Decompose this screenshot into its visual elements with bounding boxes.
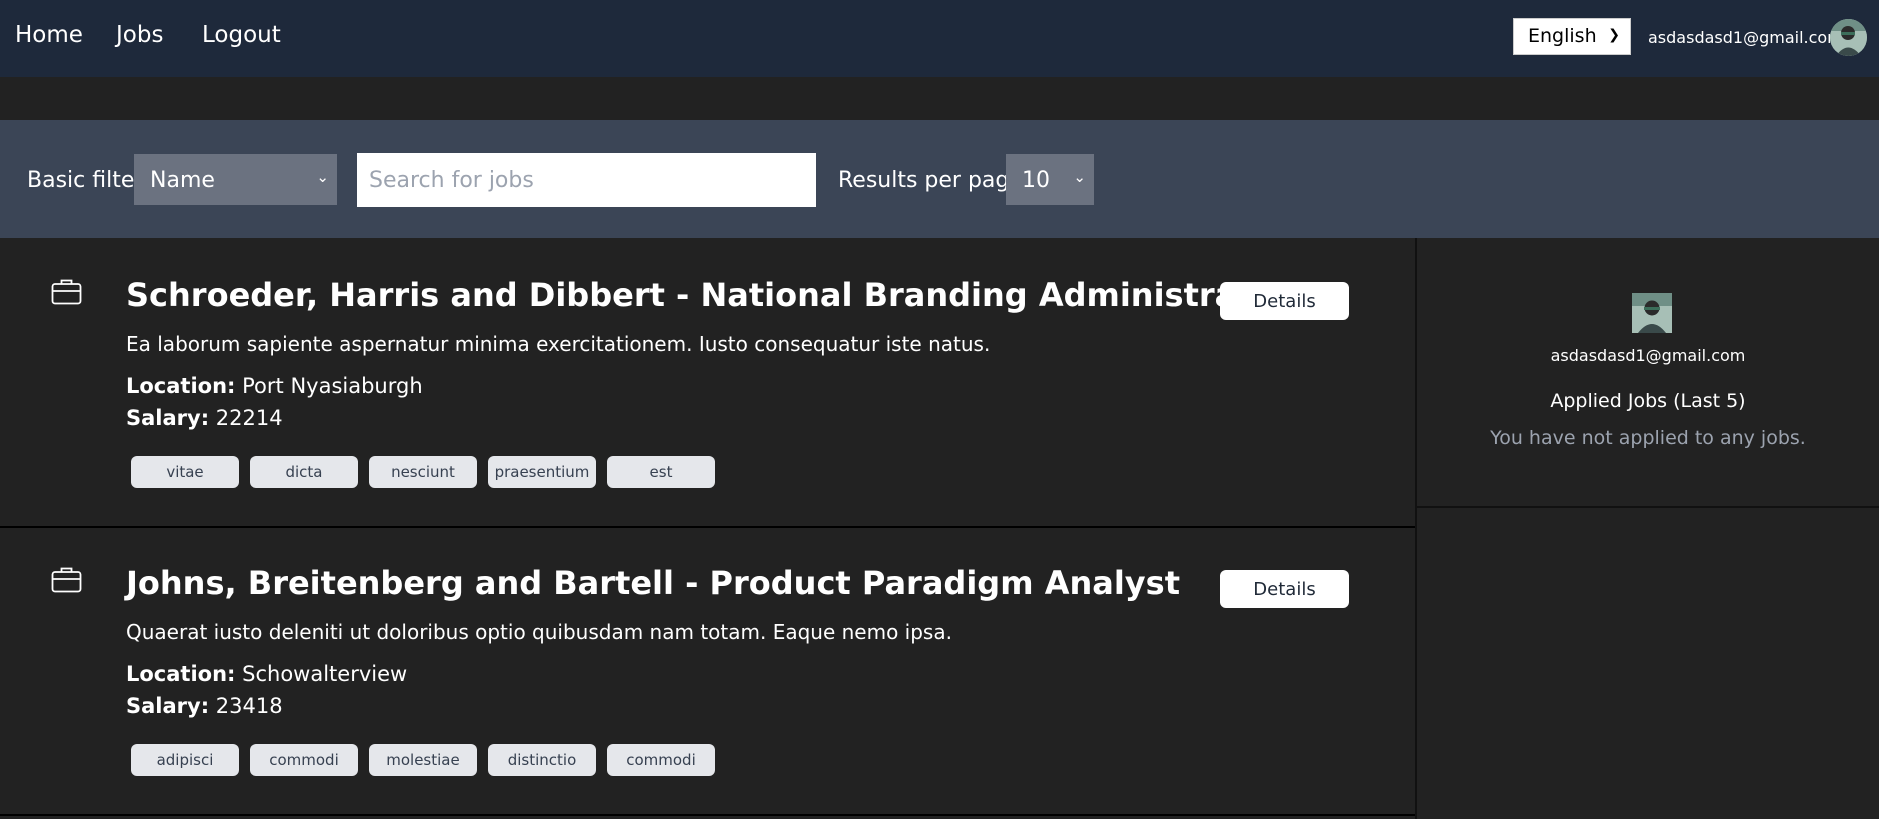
salary-value: 23418 <box>215 694 283 718</box>
job-card: Johns, Breitenberg and Bartell - Product… <box>0 528 1415 816</box>
nav-home-link[interactable]: Home <box>15 22 83 48</box>
salary-value: 22214 <box>215 406 283 430</box>
chevron-down-icon: ❯ <box>1608 27 1620 43</box>
briefcase-icon <box>51 279 82 305</box>
applied-jobs-empty-message: You have not applied to any jobs. <box>1490 427 1806 449</box>
user-email: asdasdasd1@gmail.com <box>1648 28 1843 47</box>
results-per-page-value: 10 <box>1022 168 1050 193</box>
tag-badge: est <box>607 456 715 488</box>
chevron-down-icon: ⌄ <box>1073 168 1086 186</box>
tag-badge: adipisci <box>131 744 239 776</box>
briefcase-icon <box>51 567 82 593</box>
job-card: Schroeder, Harris and Dibbert - National… <box>0 240 1415 528</box>
job-search-input[interactable] <box>357 153 816 207</box>
avatar-image <box>1830 19 1867 56</box>
tag-badge: molestiae <box>369 744 477 776</box>
job-description: Ea laborum sapiente aspernatur minima ex… <box>126 332 991 356</box>
language-select[interactable]: English ❯ <box>1513 18 1631 55</box>
job-location: Location: Port Nyasiaburgh <box>126 374 423 398</box>
basic-filter-select[interactable]: Name ⌄ <box>134 154 337 205</box>
job-title[interactable]: Johns, Breitenberg and Bartell - Product… <box>126 564 1180 602</box>
tag-badge: commodi <box>607 744 715 776</box>
user-avatar[interactable] <box>1830 19 1867 56</box>
results-per-page-label: Results per page <box>838 168 1023 193</box>
basic-filter-label: Basic filter <box>27 168 144 193</box>
tag-badge: commodi <box>250 744 358 776</box>
tag-badge: nesciunt <box>369 456 477 488</box>
salary-label: Salary: <box>126 694 210 718</box>
chevron-down-icon: ⌄ <box>316 168 329 186</box>
details-button[interactable]: Details <box>1220 570 1349 608</box>
top-navbar: Home Jobs Logout English ❯ asdasdasd1@gm… <box>0 0 1879 77</box>
job-tags: adipisci commodi molestiae distinctio co… <box>131 744 715 776</box>
tag-badge: distinctio <box>488 744 596 776</box>
job-salary: Salary: 22214 <box>126 406 283 430</box>
sidebar-email: asdasdasd1@gmail.com <box>1550 346 1746 365</box>
basic-filter-value: Name <box>150 168 215 193</box>
location-value: Port Nyasiaburgh <box>242 374 423 398</box>
job-title[interactable]: Schroeder, Harris and Dibbert - National… <box>126 276 1289 314</box>
location-value: Schowalterview <box>242 662 408 686</box>
applied-jobs-heading: Applied Jobs (Last 5) <box>1550 390 1746 412</box>
user-sidebar: asdasdasd1@gmail.com Applied Jobs (Last … <box>1417 238 1879 508</box>
nav-logout-link[interactable]: Logout <box>202 22 281 48</box>
language-select-value: English <box>1528 25 1597 47</box>
nav-jobs-link[interactable]: Jobs <box>116 22 163 48</box>
tag-badge: vitae <box>131 456 239 488</box>
location-label: Location: <box>126 662 236 686</box>
tag-badge: praesentium <box>488 456 596 488</box>
job-tags: vitae dicta nesciunt praesentium est <box>131 456 715 488</box>
job-salary: Salary: 23418 <box>126 694 283 718</box>
tag-badge: dicta <box>250 456 358 488</box>
details-button[interactable]: Details <box>1220 282 1349 320</box>
sidebar-avatar <box>1632 293 1672 333</box>
salary-label: Salary: <box>126 406 210 430</box>
avatar-image <box>1632 293 1672 333</box>
job-description: Quaerat iusto deleniti ut doloribus opti… <box>126 620 952 644</box>
location-label: Location: <box>126 374 236 398</box>
job-location: Location: Schowalterview <box>126 662 407 686</box>
results-per-page-select[interactable]: 10 ⌄ <box>1006 154 1094 205</box>
filter-bar: Basic filter Name ⌄ Results per page 10 … <box>0 120 1879 238</box>
